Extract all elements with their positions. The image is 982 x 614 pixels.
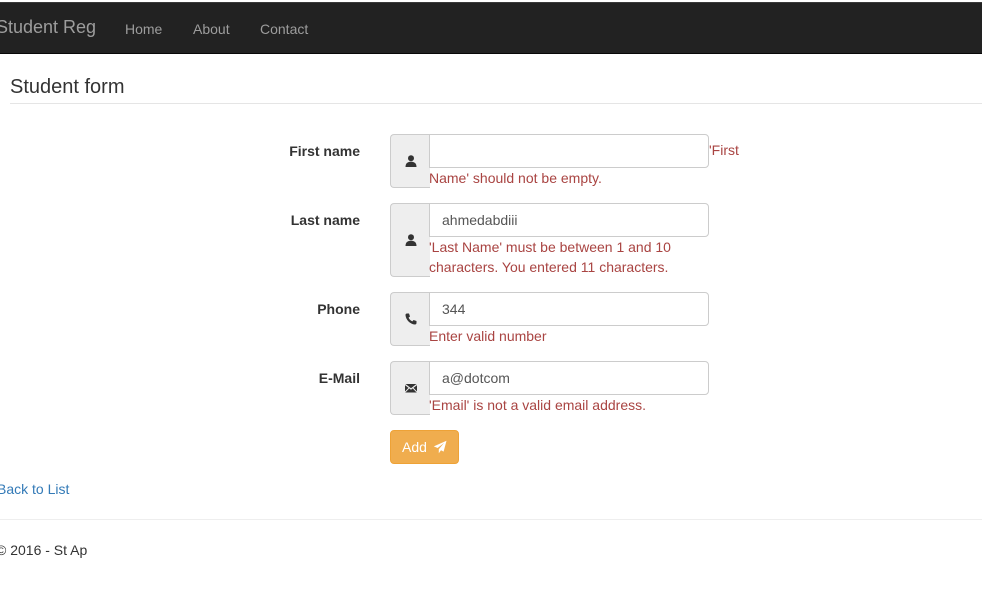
envelope-icon <box>404 383 417 393</box>
email-input[interactable] <box>429 361 709 395</box>
first-name-addon <box>390 134 430 188</box>
last-name-addon <box>390 203 430 277</box>
send-icon <box>433 440 447 454</box>
first-name-error-part1: 'First <box>709 142 739 158</box>
nav-link-about[interactable]: About <box>193 21 230 37</box>
last-name-input[interactable] <box>429 203 709 237</box>
email-error: 'Email' is not a valid email address. <box>429 397 646 413</box>
add-button[interactable]: Add <box>390 430 459 464</box>
first-name-error-part2: Name' should not be empty. <box>429 170 602 186</box>
last-name-error-line1: 'Last Name' must be between 1 and 10 <box>429 239 671 255</box>
last-name-error-line2: characters. You entered 11 characters. <box>429 259 669 275</box>
phone-error: Enter valid number <box>429 328 547 344</box>
phone-input[interactable] <box>429 292 709 326</box>
last-name-label: Last name <box>290 212 360 228</box>
phone-label: Phone <box>317 301 360 317</box>
footer-divider <box>0 519 982 520</box>
navbar-brand[interactable]: Student Reg <box>0 17 96 38</box>
add-button-label: Add <box>402 439 427 455</box>
nav-link-contact[interactable]: Contact <box>260 21 308 37</box>
nav-link-home[interactable]: Home <box>125 21 162 37</box>
email-addon <box>390 361 430 415</box>
page-title: Student form <box>10 76 125 98</box>
email-label: E-Mail <box>318 370 360 386</box>
back-to-list-link[interactable]: Back to List <box>0 481 69 497</box>
navbar: Student Reg Home About Contact <box>0 2 982 54</box>
phone-icon <box>404 313 416 325</box>
user-icon <box>405 155 416 167</box>
user-icon <box>405 234 416 246</box>
first-name-input[interactable] <box>429 134 709 168</box>
phone-addon <box>390 292 430 346</box>
title-divider <box>10 103 982 104</box>
first-name-label: First name <box>289 143 360 159</box>
page: Student Reg Home About Contact Student f… <box>0 0 982 614</box>
footer-copyright: © 2016 - St Ap <box>0 542 88 558</box>
